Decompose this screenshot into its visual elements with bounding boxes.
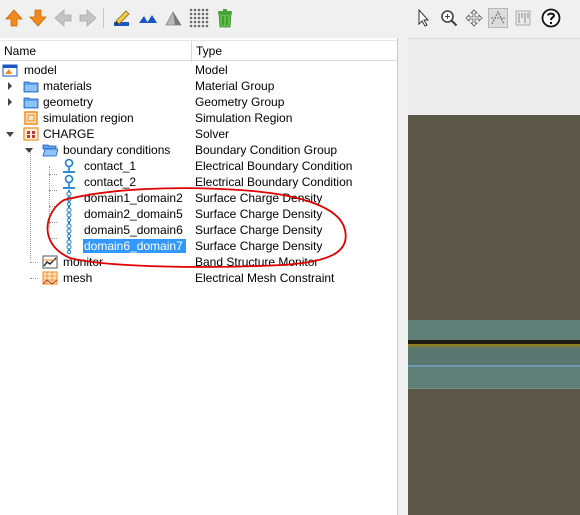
arrow-right-icon[interactable] (78, 8, 98, 28)
layer-band (408, 388, 580, 389)
column-header-type[interactable]: Type (196, 44, 222, 58)
layer-band (408, 367, 580, 388)
object-tree: model Model materials Material Group geo… (0, 62, 397, 515)
view-toolbar (408, 0, 580, 38)
layer-band (408, 320, 580, 340)
object-tree-panel: Name Type model Model materials Material… (0, 0, 398, 515)
mountains-icon[interactable] (138, 8, 158, 28)
toolbar-separator (103, 8, 104, 28)
column-resize-handle[interactable] (191, 41, 192, 62)
annotation-ellipse (46, 187, 347, 268)
view-top-area (408, 38, 580, 115)
edit-icon[interactable] (112, 8, 132, 28)
ruler-icon[interactable] (513, 8, 533, 28)
select-cursor-icon[interactable] (414, 8, 434, 28)
move-down-icon[interactable] (28, 8, 48, 28)
arrow-left-icon[interactable] (53, 8, 73, 28)
rotate-icon[interactable] (488, 8, 508, 28)
tree-column-header: Name Type (0, 40, 397, 62)
annotation-circle (46, 187, 347, 268)
grid-dots-icon[interactable] (189, 8, 209, 28)
pan-icon[interactable] (464, 8, 484, 28)
layer-band (408, 347, 580, 365)
triangle-icon[interactable] (163, 8, 183, 28)
zoom-icon[interactable] (439, 8, 459, 28)
help-icon[interactable] (541, 8, 561, 28)
column-header-name[interactable]: Name (4, 44, 36, 58)
trash-icon[interactable] (215, 8, 235, 28)
move-up-icon[interactable] (4, 8, 24, 28)
object-tree-toolbar (0, 0, 398, 38)
layout-view-panel (408, 0, 580, 515)
panel-splitter[interactable] (398, 0, 408, 515)
layout-viewport[interactable] (408, 115, 580, 515)
